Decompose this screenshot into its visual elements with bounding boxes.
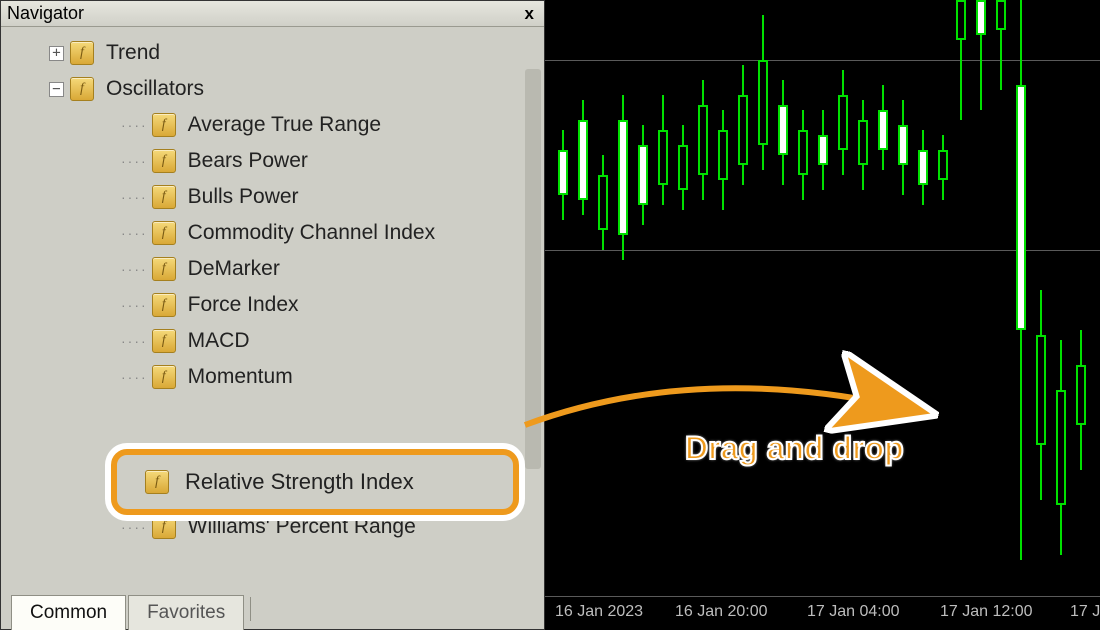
tree-item-rsi-highlight[interactable]: f Relative Strength Index <box>111 449 519 515</box>
indicator-icon: f <box>152 149 176 173</box>
indicator-icon: f <box>152 221 176 245</box>
indicator-icon: f <box>152 365 176 389</box>
drag-drop-label: Drag and drop <box>685 430 904 467</box>
indicator-icon: f <box>152 293 176 317</box>
tree-label: Williams' Percent Range <box>188 515 416 539</box>
candle <box>1015 0 1027 600</box>
tree-connector-icon: ···· <box>121 297 148 313</box>
navigator-title: Navigator <box>7 3 84 24</box>
candle <box>637 0 649 600</box>
tree-label: Trend <box>106 41 160 65</box>
candle <box>657 0 669 600</box>
tree-item-cci[interactable]: ····f Commodity Channel Index <box>1 215 544 251</box>
tree-label: Relative Strength Index <box>185 469 414 495</box>
tree-connector-icon: ···· <box>121 225 148 241</box>
candle <box>777 0 789 600</box>
indicator-icon: f <box>152 185 176 209</box>
time-tick: 16 Jan 2023 <box>555 603 643 621</box>
navigator-tree: + f Trend − f Oscillators ····fAverage T… <box>1 27 544 587</box>
candle <box>955 0 967 600</box>
tree-item-macd[interactable]: ····f MACD <box>1 323 544 359</box>
tree-label: MACD <box>188 329 250 353</box>
candle <box>697 0 709 600</box>
candle <box>617 0 629 600</box>
indicator-icon: f <box>152 515 176 539</box>
candle <box>975 0 987 600</box>
candle <box>1035 0 1047 600</box>
candle <box>797 0 809 600</box>
indicator-icon: f <box>145 470 169 494</box>
candle <box>737 0 749 600</box>
candle <box>917 0 929 600</box>
time-tick: 17 J <box>1070 603 1100 621</box>
tree-label: Commodity Channel Index <box>188 221 435 245</box>
tab-favorites[interactable]: Favorites <box>128 595 244 630</box>
candle <box>937 0 949 600</box>
candle <box>837 0 849 600</box>
tree-item-bulls[interactable]: ····f Bulls Power <box>1 179 544 215</box>
close-icon[interactable]: x <box>521 4 538 24</box>
tree-label: Average True Range <box>188 113 381 137</box>
candle <box>757 0 769 600</box>
indicator-icon: f <box>70 77 94 101</box>
tree-item-momentum[interactable]: ····f Momentum <box>1 359 544 395</box>
indicator-icon: f <box>70 41 94 65</box>
tree-label: Bulls Power <box>188 185 299 209</box>
time-tick: 17 Jan 04:00 <box>807 603 900 621</box>
tab-separator <box>250 597 251 621</box>
navigator-tabs: Common Favorites <box>1 589 544 629</box>
collapse-icon[interactable]: − <box>49 82 64 97</box>
tree-connector-icon: ···· <box>121 333 148 349</box>
candle <box>597 0 609 600</box>
tree-connector-icon: ···· <box>121 519 148 535</box>
candle <box>1055 0 1067 600</box>
candle <box>877 0 889 600</box>
tree-item-oscillators[interactable]: − f Oscillators <box>1 71 544 107</box>
tree-label: Oscillators <box>106 77 204 101</box>
candle <box>557 0 569 600</box>
tree-label: Momentum <box>188 365 293 389</box>
indicator-icon: f <box>152 329 176 353</box>
tree-label: DeMarker <box>188 257 280 281</box>
indicator-icon: f <box>152 257 176 281</box>
candle <box>897 0 909 600</box>
time-axis: 16 Jan 2023 16 Jan 20:00 17 Jan 04:00 17… <box>545 596 1100 630</box>
navigator-titlebar: Navigator x <box>1 1 544 27</box>
candle <box>995 0 1007 600</box>
tree-item-trend[interactable]: + f Trend <box>1 35 544 71</box>
tree-connector-icon: ···· <box>121 189 148 205</box>
candle <box>857 0 869 600</box>
tree-item-force[interactable]: ····f Force Index <box>1 287 544 323</box>
candle <box>1075 0 1087 600</box>
tree-label: Bears Power <box>188 149 308 173</box>
time-tick: 17 Jan 12:00 <box>940 603 1033 621</box>
tree-connector-icon: ···· <box>121 369 148 385</box>
tree-connector-icon: ···· <box>121 153 148 169</box>
candle <box>677 0 689 600</box>
candle <box>717 0 729 600</box>
tree-item-atr[interactable]: ····f Average True Range <box>1 107 544 143</box>
navigator-panel: Navigator x + f Trend − f Oscillators ··… <box>0 0 545 630</box>
time-tick: 16 Jan 20:00 <box>675 603 768 621</box>
expand-icon[interactable]: + <box>49 46 64 61</box>
tree-connector-icon: ···· <box>121 261 148 277</box>
candle <box>817 0 829 600</box>
candle <box>577 0 589 600</box>
tree-item-demarker[interactable]: ····f DeMarker <box>1 251 544 287</box>
tab-common[interactable]: Common <box>11 595 126 630</box>
tree-label: Force Index <box>188 293 299 317</box>
tree-connector-icon: ···· <box>121 117 148 133</box>
indicator-icon: f <box>152 113 176 137</box>
price-chart[interactable]: 16 Jan 2023 16 Jan 20:00 17 Jan 04:00 17… <box>545 0 1100 630</box>
tree-item-bears[interactable]: ····f Bears Power <box>1 143 544 179</box>
